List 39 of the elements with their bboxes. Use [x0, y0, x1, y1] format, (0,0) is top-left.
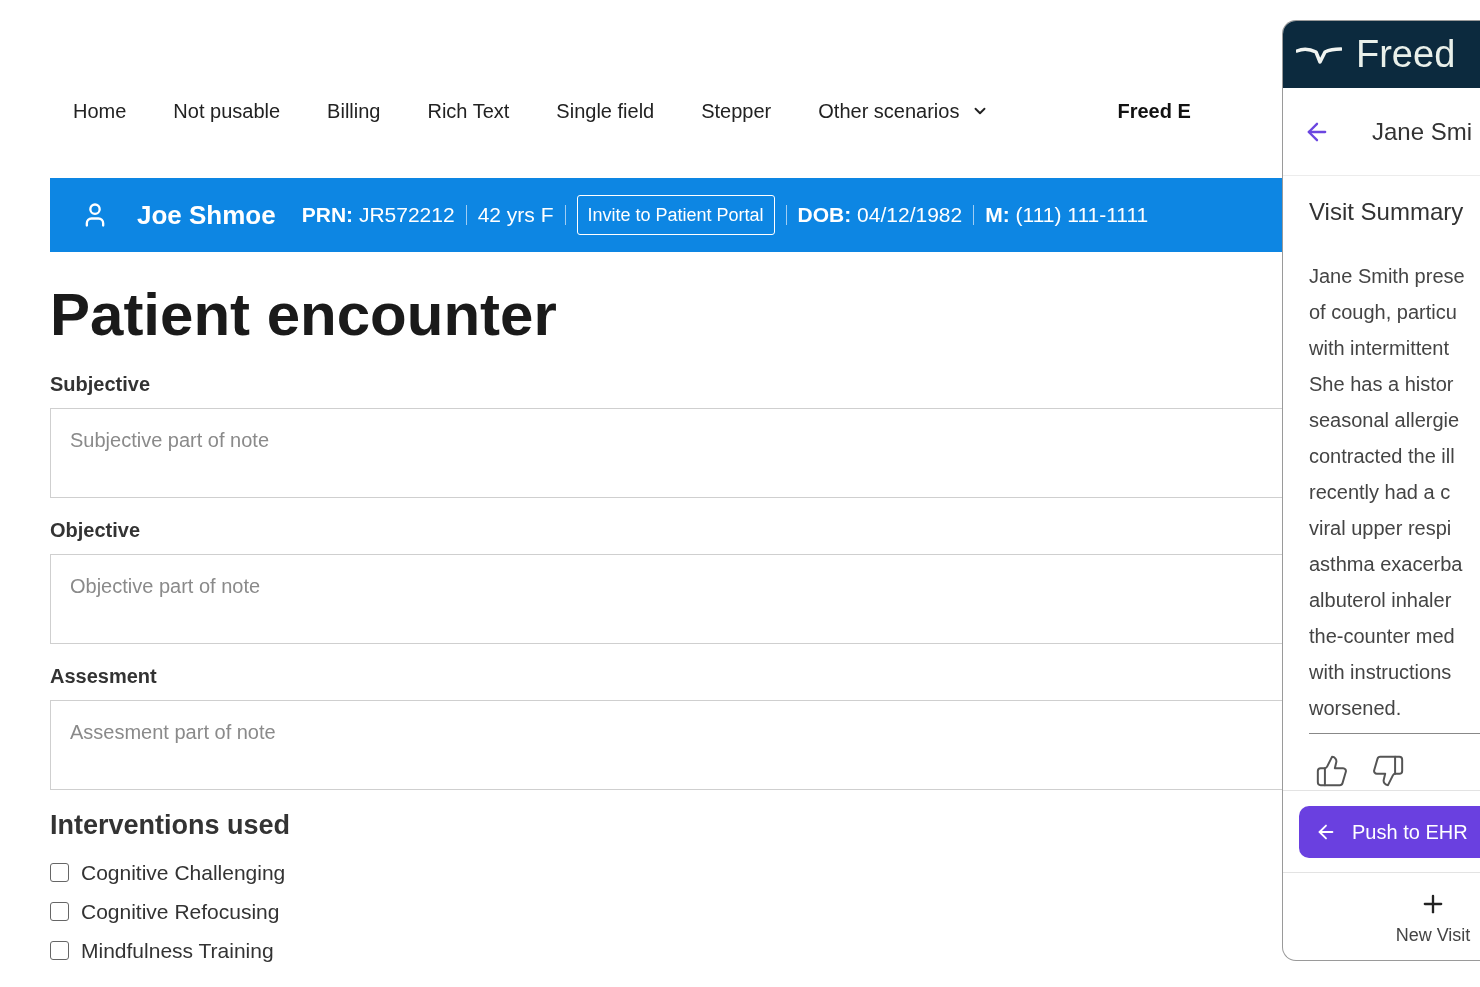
nav-link[interactable]: Freed E: [1117, 96, 1191, 126]
swoosh-logo-icon: [1296, 45, 1342, 64]
checkbox-label: Mindfulness Training: [81, 937, 274, 964]
section-heading: Interventions used: [50, 809, 291, 841]
nav-link[interactable]: Stepper: [701, 96, 772, 126]
brand-name: Freed: [1356, 32, 1456, 77]
invite-portal-button[interactable]: Invite to Patient Portal: [576, 195, 775, 235]
thumbs-up-icon: [1315, 754, 1349, 788]
patient-detail: PRN: JR572212: [301, 202, 455, 229]
nav-link[interactable]: Billing: [327, 96, 381, 126]
note-field[interactable]: Subjective part of note: [50, 408, 1282, 498]
patient-name: Joe Shmoe: [137, 198, 276, 232]
checkbox-label: Cognitive Refocusing: [81, 898, 280, 925]
push-to-ehr-button[interactable]: Push to EHR: [1299, 806, 1480, 858]
visit-summary-text: Jane Smith prese of cough, particu with intermittent She has a histor seasonal allergie contracted the ill recently had a c viral upper respi asthma exacerba albuterol inhaler the-counter med with instructions worsened.: [1309, 264, 1465, 721]
thumbs-down-icon: [1371, 754, 1405, 788]
thumbs-up-button[interactable]: [1315, 754, 1349, 788]
nav-link[interactable]: Home: [73, 96, 127, 126]
field-label: Assesment: [50, 664, 157, 688]
patient-name: Jane Smi: [1372, 116, 1473, 147]
nav-link[interactable]: Not pusable: [173, 96, 281, 126]
note-field[interactable]: Objective part of note: [50, 554, 1282, 644]
checkbox[interactable]: [50, 863, 69, 882]
new-visit-button[interactable]: New Visit: [1385, 890, 1480, 949]
patient-detail: DOB: 04/12/1982: [797, 202, 963, 229]
nav-dropdown[interactable]: Other scenarios: [818, 96, 990, 126]
patient-detail: 42 yrs F: [477, 202, 554, 229]
patient-detail: M: (111) 111-1111: [985, 202, 1149, 229]
nav-link[interactable]: Rich Text: [427, 96, 510, 126]
note-field[interactable]: Assesment part of note: [50, 700, 1282, 790]
checkbox[interactable]: [50, 941, 69, 960]
nav-link[interactable]: Single field: [556, 96, 655, 126]
field-label: Objective: [50, 518, 141, 542]
thumbs-down-button[interactable]: [1371, 754, 1405, 788]
checkbox[interactable]: [50, 902, 69, 921]
field-label: Subjective: [50, 372, 151, 396]
checkbox-label: Cognitive Challenging: [81, 859, 286, 886]
page-title: Patient encounter: [50, 280, 557, 350]
summary-title: Visit Summary: [1309, 197, 1464, 227]
